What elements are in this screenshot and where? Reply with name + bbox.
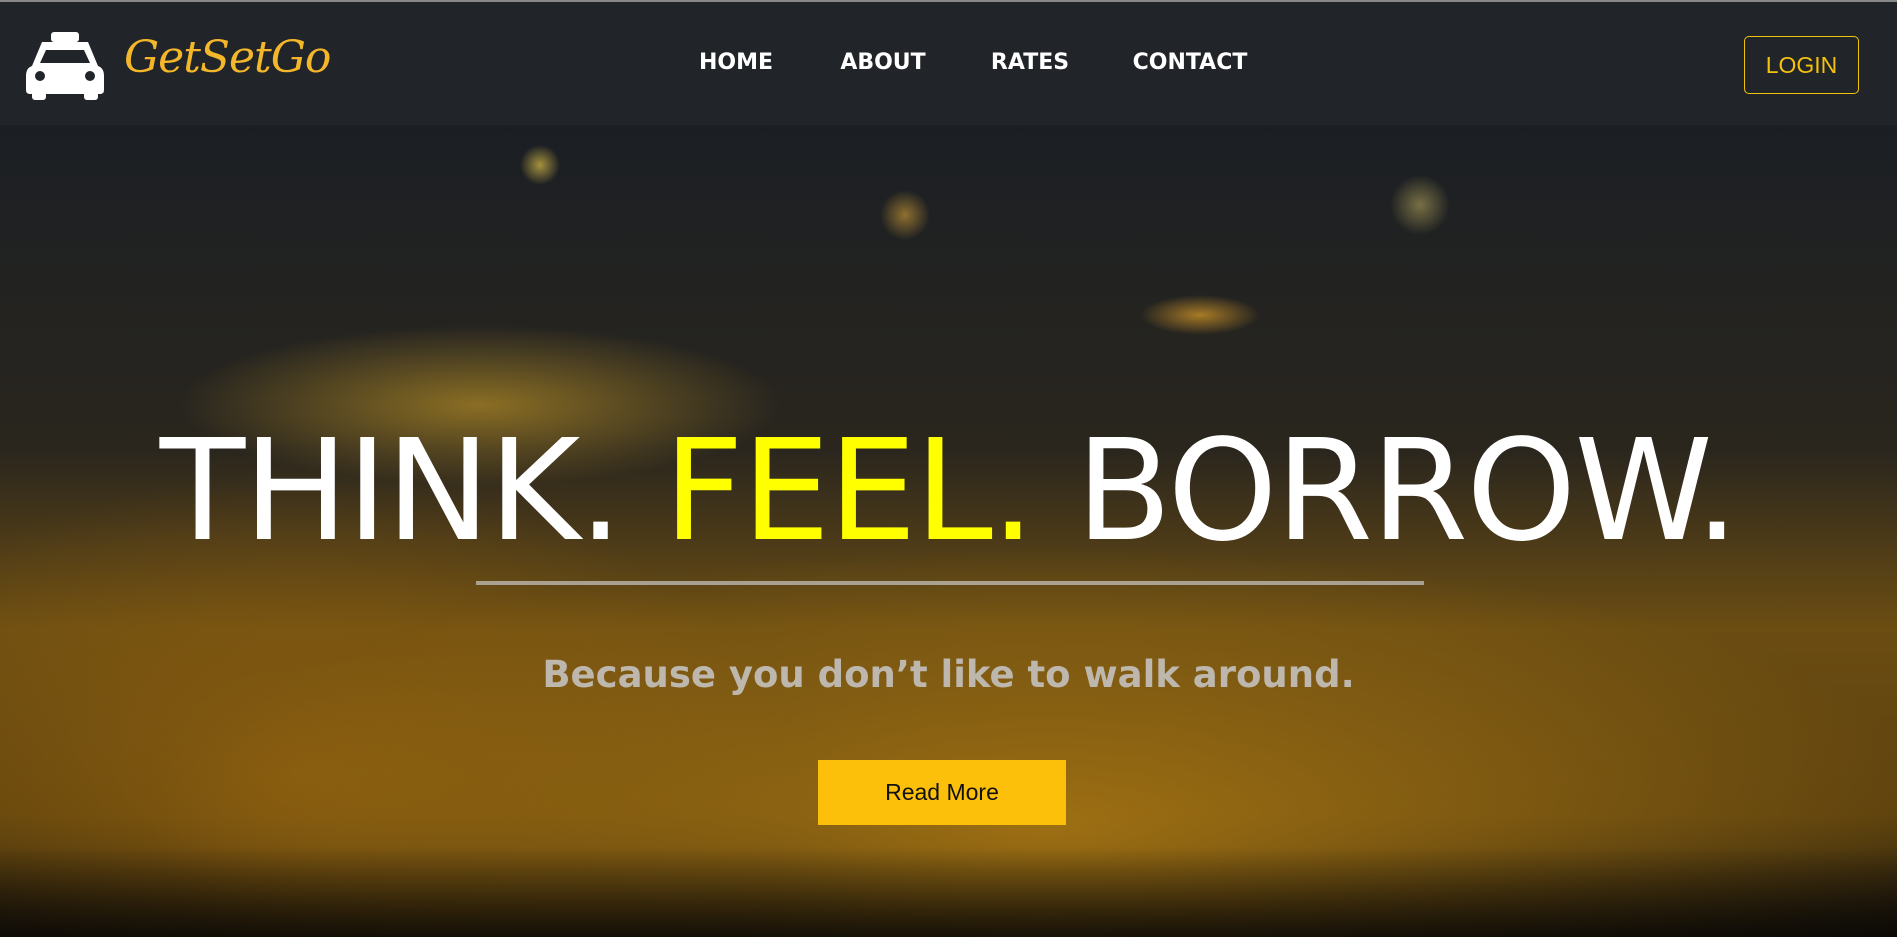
headline-feel: FEEL. [663,410,1035,573]
hero-section: THINK. FEEL. BORROW. Because you don’t l… [0,125,1897,937]
read-more-button[interactable]: Read More [818,760,1066,825]
nav-home[interactable]: HOME [699,50,773,75]
nav-rates[interactable]: RATES [991,50,1069,75]
navbar: GetSetGo HOME ABOUT RATES CONTACT LOGIN [0,0,1897,125]
taxi-icon[interactable] [26,32,104,100]
headline-think: THINK. [159,410,623,573]
headline-borrow: BORROW. [1075,410,1739,573]
nav-contact[interactable]: CONTACT [1133,50,1248,75]
hero-background-image [0,847,1897,937]
brand-name[interactable]: GetSetGo [124,32,331,83]
nav-about[interactable]: ABOUT [840,50,925,75]
login-button[interactable]: LOGIN [1744,36,1859,94]
divider [476,581,1424,585]
hero-subtitle: Because you don’t like to walk around. [542,653,1355,696]
hero-headline: THINK. FEEL. BORROW. [0,410,1897,573]
